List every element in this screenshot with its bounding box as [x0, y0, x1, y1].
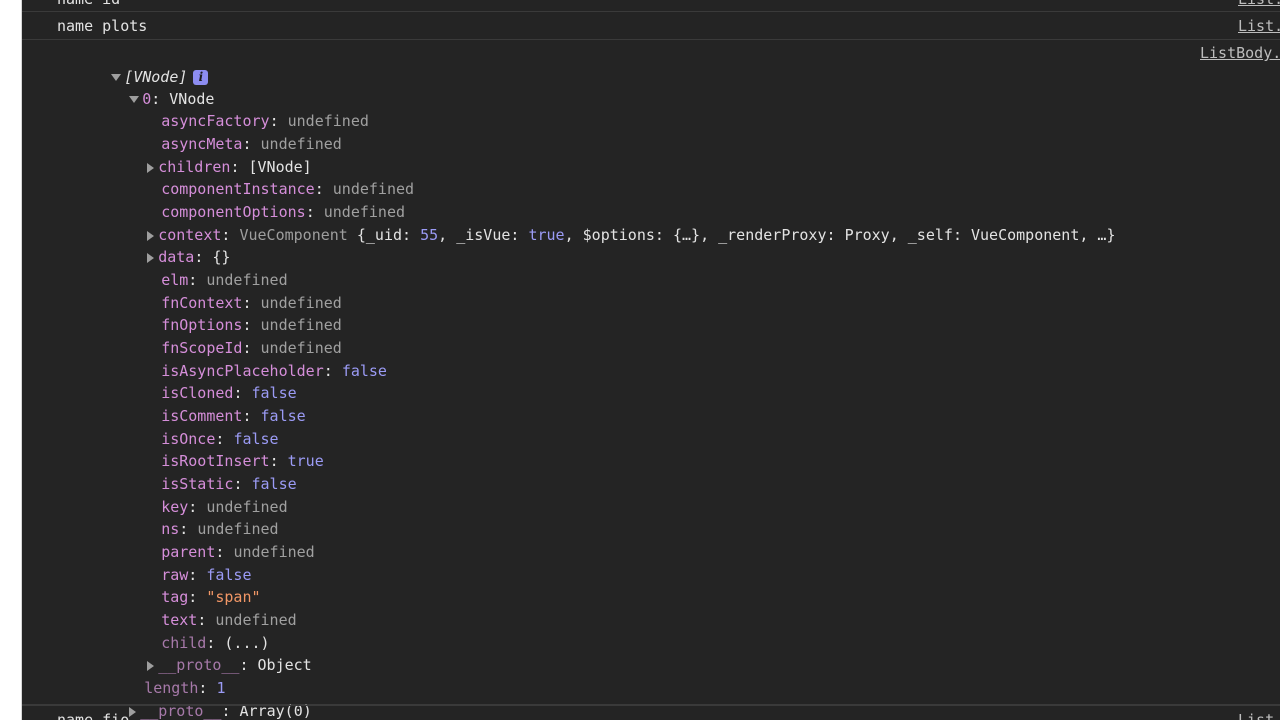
array-header[interactable]: [VNode] i — [57, 44, 209, 86]
prop-key: key: undefined — [161, 498, 288, 516]
source-link[interactable]: List. — [1238, 15, 1280, 37]
array-length: length: 1 — [144, 679, 226, 697]
source-link[interactable]: ListBody. — [1200, 42, 1280, 64]
prop-fn-context: fnContext: undefined — [161, 294, 342, 312]
prop-text: text: undefined — [161, 611, 297, 629]
prop-is-once: isOnce: false — [161, 430, 279, 448]
console-panel[interactable]: name id List. name plots List. ListBody.… — [22, 0, 1280, 720]
source-link[interactable]: List. — [1238, 709, 1280, 720]
console-message-object: ListBody. [VNode] i 0: VNode asyncFactory… — [22, 40, 1280, 720]
prop-is-async-placeholder: isAsyncPlaceholder: false — [161, 362, 387, 380]
prop-parent: parent: undefined — [161, 543, 315, 561]
source-link[interactable]: List. — [1238, 0, 1280, 9]
prop-raw: raw: false — [161, 566, 252, 584]
prop-children[interactable]: children: [VNode] — [93, 134, 312, 176]
message-text: name plots — [57, 17, 148, 35]
console-message-top: name id List. — [22, 0, 1280, 12]
prop-is-root-insert: isRootInsert: true — [161, 452, 324, 470]
left-gutter — [0, 0, 22, 720]
prop-is-comment: isComment: false — [161, 407, 306, 425]
prop-is-static: isStatic: false — [161, 475, 297, 493]
prop-elm: elm: undefined — [161, 271, 288, 289]
prop-data[interactable]: data: {} — [93, 224, 230, 266]
prop-async-factory: asyncFactory: undefined — [161, 112, 369, 130]
prop-context[interactable]: context: VueComponent {_uid: 55, _isVue:… — [93, 202, 1116, 244]
message-text: name id — [57, 0, 120, 9]
prop-ns: ns: undefined — [161, 520, 279, 538]
prop-tag: tag: "span" — [161, 588, 261, 606]
prop-fn-scope-id: fnScopeId: undefined — [161, 339, 342, 357]
prop-component-instance: componentInstance: undefined — [161, 180, 415, 198]
console-message-fio: name fio List. — [22, 705, 1280, 720]
prop-async-meta: asyncMeta: undefined — [161, 135, 342, 153]
prop-proto[interactable]: __proto__: Object — [93, 632, 312, 674]
tree-item-0[interactable]: 0: VNode — [75, 66, 214, 108]
message-text: name fio — [57, 711, 130, 720]
prop-is-cloned: isCloned: false — [161, 384, 297, 402]
prop-component-options: componentOptions: undefined — [161, 203, 406, 221]
prop-child-getter[interactable]: child: (...) — [107, 610, 269, 652]
console-message-plots: name plots List. — [22, 12, 1280, 40]
array-proto[interactable]: __proto__: Array(0) — [75, 678, 312, 720]
prop-fn-options: fnOptions: undefined — [161, 316, 342, 334]
